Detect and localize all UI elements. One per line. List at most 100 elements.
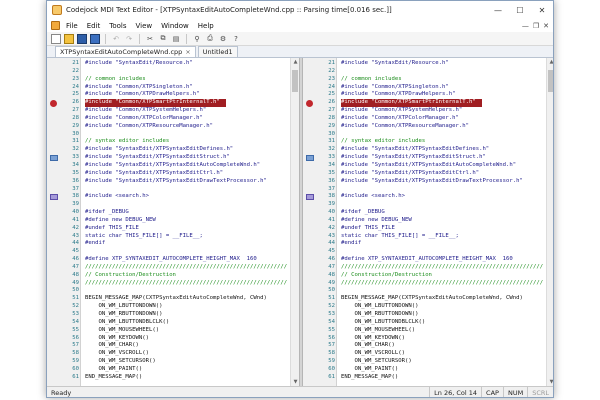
code-text[interactable]: static char THIS_FILE[] = __FILE__; bbox=[85, 233, 203, 241]
code-text[interactable]: ON_WM_KEYDOWN() bbox=[341, 335, 405, 343]
code-line[interactable]: 56 ON_WM_KEYDOWN() bbox=[47, 335, 299, 343]
vertical-scrollbar[interactable]: ▲ ▼ bbox=[546, 58, 553, 386]
redo-icon[interactable]: ↷ bbox=[124, 34, 134, 44]
code-text[interactable]: #include "Common/XTPSingleton.h" bbox=[85, 84, 193, 92]
code-line[interactable]: 49 //////////////////////////////////////… bbox=[47, 280, 299, 288]
menu-view[interactable]: View bbox=[136, 22, 153, 30]
code-text[interactable]: #undef THIS_FILE bbox=[85, 225, 139, 233]
code-text[interactable]: ON_WM_MOUSEWHEEL() bbox=[85, 327, 159, 335]
code-line[interactable]: 54 ON_WM_LBUTTONDBLCLK() bbox=[303, 319, 553, 327]
find-icon[interactable]: ⚲ bbox=[192, 34, 202, 44]
code-text[interactable]: ON_WM_LBUTTONDOWN() bbox=[341, 303, 418, 311]
print-icon[interactable]: ⎙ bbox=[205, 34, 215, 44]
code-text[interactable]: #undef THIS_FILE bbox=[341, 225, 395, 233]
code-line[interactable]: 34 #include "SyntaxEdit/XTPSyntaxEditAuto… bbox=[303, 162, 553, 170]
code-text[interactable]: #include "SyntaxEdit/XTPSyntaxEditDrawTe… bbox=[341, 178, 523, 186]
save-all-icon[interactable] bbox=[90, 33, 100, 44]
code-line[interactable]: 38 #include <search.h> bbox=[47, 193, 299, 201]
code-lines[interactable]: 21 #include "SyntaxEdit/Resource.h" 22 23 //… bbox=[303, 60, 553, 382]
paste-icon[interactable]: ▤ bbox=[171, 34, 181, 44]
code-text[interactable]: ON_WM_CHAR() bbox=[85, 342, 138, 350]
code-line[interactable]: 37 bbox=[303, 186, 553, 194]
code-line[interactable]: 45 bbox=[47, 248, 299, 256]
code-line[interactable]: 30 bbox=[47, 131, 299, 139]
code-text[interactable]: ON_WM_PAINT() bbox=[85, 366, 142, 374]
code-line[interactable]: 60 ON_WM_PAINT() bbox=[47, 366, 299, 374]
scroll-thumb[interactable] bbox=[292, 70, 298, 92]
code-line[interactable]: 41 #define new DEBUG_NEW bbox=[303, 217, 553, 225]
vertical-scrollbar[interactable]: ▲ ▼ bbox=[290, 58, 299, 386]
tab-untitled1[interactable]: Untitled1 bbox=[197, 46, 238, 57]
code-text[interactable]: #include "Common/XTPSmartPtrInternalT.h" bbox=[341, 99, 482, 108]
code-text[interactable]: ////////////////////////////////////////… bbox=[341, 280, 543, 288]
close-button[interactable]: ✕ bbox=[531, 1, 553, 19]
code-text[interactable]: ON_WM_VSCROLL() bbox=[85, 350, 149, 358]
scroll-up-icon[interactable]: ▲ bbox=[291, 58, 299, 66]
code-text[interactable]: ON_WM_RBUTTONDOWN() bbox=[85, 311, 162, 319]
code-text[interactable]: #include "SyntaxEdit/XTPSyntaxEditAutoCo… bbox=[85, 162, 260, 170]
code-text[interactable]: ON_WM_KEYDOWN() bbox=[85, 335, 149, 343]
code-text[interactable]: ////////////////////////////////////////… bbox=[341, 264, 543, 272]
code-line[interactable]: 38 #include <search.h> bbox=[303, 193, 553, 201]
undo-icon[interactable]: ↶ bbox=[111, 34, 121, 44]
code-line[interactable]: 50 bbox=[303, 287, 553, 295]
code-text[interactable]: ON_WM_LBUTTONDOWN() bbox=[85, 303, 162, 311]
code-text[interactable]: #include "Common/XTPDrawHelpers.h" bbox=[341, 91, 456, 99]
code-line[interactable]: 28 #include "Common/XTPColorManager.h" bbox=[303, 115, 553, 123]
code-line[interactable]: 25 #include "Common/XTPDrawHelpers.h" bbox=[47, 91, 299, 99]
code-text[interactable]: // syntax editor includes bbox=[341, 138, 425, 146]
code-text[interactable]: ON_WM_LBUTTONDBLCLK() bbox=[341, 319, 425, 327]
code-line[interactable]: 54 ON_WM_LBUTTONDBLCLK() bbox=[47, 319, 299, 327]
code-text[interactable]: #include "Common/XTPColorManager.h" bbox=[341, 115, 459, 123]
code-line[interactable]: 42 #undef THIS_FILE bbox=[303, 225, 553, 233]
code-line[interactable]: 25 #include "Common/XTPDrawHelpers.h" bbox=[303, 91, 553, 99]
code-text[interactable]: #define new DEBUG_NEW bbox=[85, 217, 156, 225]
code-line[interactable]: 55 ON_WM_MOUSEWHEEL() bbox=[47, 327, 299, 335]
code-line[interactable]: 53 ON_WM_RBUTTONDOWN() bbox=[303, 311, 553, 319]
code-line[interactable]: 31 // syntax editor includes bbox=[47, 138, 299, 146]
code-text[interactable]: ON_WM_CHAR() bbox=[341, 342, 394, 350]
code-line[interactable]: 48 // Construction/Destruction bbox=[47, 272, 299, 280]
code-line[interactable]: 21 #include "SyntaxEdit/Resource.h" bbox=[47, 60, 299, 68]
maximize-button[interactable]: ☐ bbox=[509, 1, 531, 19]
code-line[interactable]: 60 ON_WM_PAINT() bbox=[303, 366, 553, 374]
mdi-minimize-button[interactable]: — bbox=[522, 22, 529, 30]
tab-autocomplete-cpp[interactable]: XTPSyntaxEditAutoCompleteWnd.cpp × bbox=[55, 46, 196, 57]
document-icon[interactable] bbox=[51, 21, 60, 30]
code-text[interactable]: ////////////////////////////////////////… bbox=[85, 280, 287, 288]
code-text[interactable]: #define XTP_SYNTAXEDIT_AUTOCOMPLETE_HEIG… bbox=[85, 256, 257, 264]
code-line[interactable]: 29 #include "Common/XTPResourceManager.h" bbox=[47, 123, 299, 131]
code-text[interactable]: #define XTP_SYNTAXEDIT_AUTOCOMPLETE_HEIG… bbox=[341, 256, 513, 264]
code-line[interactable]: 61 END_MESSAGE_MAP() bbox=[47, 374, 299, 382]
code-text[interactable]: ON_WM_LBUTTONDBLCLK() bbox=[85, 319, 169, 327]
code-line[interactable]: 37 bbox=[47, 186, 299, 194]
code-line[interactable]: 27 #include "Common/XTPSystemHelpers.h" bbox=[303, 107, 553, 115]
code-text[interactable]: #endif bbox=[341, 240, 361, 248]
code-line[interactable]: 26 #include "Common/XTPSmartPtrInternalT.… bbox=[303, 99, 553, 108]
menu-help[interactable]: Help bbox=[198, 22, 214, 30]
code-line[interactable]: 43 static char THIS_FILE[] = __FILE__; bbox=[303, 233, 553, 241]
code-lines[interactable]: 21 #include "SyntaxEdit/Resource.h" 22 23 //… bbox=[47, 60, 299, 382]
code-text[interactable]: #include "Common/XTPSystemHelpers.h" bbox=[85, 107, 206, 115]
code-line[interactable]: 22 bbox=[47, 68, 299, 76]
code-line[interactable]: 43 static char THIS_FILE[] = __FILE__; bbox=[47, 233, 299, 241]
code-line[interactable]: 53 ON_WM_RBUTTONDOWN() bbox=[47, 311, 299, 319]
help-icon[interactable]: ? bbox=[231, 34, 241, 44]
code-line[interactable]: 50 bbox=[47, 287, 299, 295]
code-line[interactable]: 33 #include "SyntaxEdit/XTPSyntaxEditStru… bbox=[47, 154, 299, 162]
code-line[interactable]: 48 // Construction/Destruction bbox=[303, 272, 553, 280]
code-line[interactable]: 22 bbox=[303, 68, 553, 76]
code-line[interactable]: 32 #include "SyntaxEdit/XTPSyntaxEditDefi… bbox=[47, 146, 299, 154]
code-line[interactable]: 30 bbox=[303, 131, 553, 139]
code-text[interactable]: ON_WM_PAINT() bbox=[341, 366, 398, 374]
code-text[interactable]: #ifdef _DEBUG bbox=[85, 209, 129, 217]
code-line[interactable]: 40 #ifdef _DEBUG bbox=[303, 209, 553, 217]
menu-file[interactable]: File bbox=[66, 22, 78, 30]
code-line[interactable]: 52 ON_WM_LBUTTONDOWN() bbox=[47, 303, 299, 311]
code-line[interactable]: 58 ON_WM_VSCROLL() bbox=[303, 350, 553, 358]
code-text[interactable]: #ifdef _DEBUG bbox=[341, 209, 385, 217]
scroll-down-icon[interactable]: ▼ bbox=[291, 378, 299, 386]
code-line[interactable]: 35 #include "SyntaxEdit/XTPSyntaxEditCtrl… bbox=[47, 170, 299, 178]
code-text[interactable]: // common includes bbox=[85, 76, 146, 84]
code-line[interactable]: 24 #include "Common/XTPSingleton.h" bbox=[303, 84, 553, 92]
